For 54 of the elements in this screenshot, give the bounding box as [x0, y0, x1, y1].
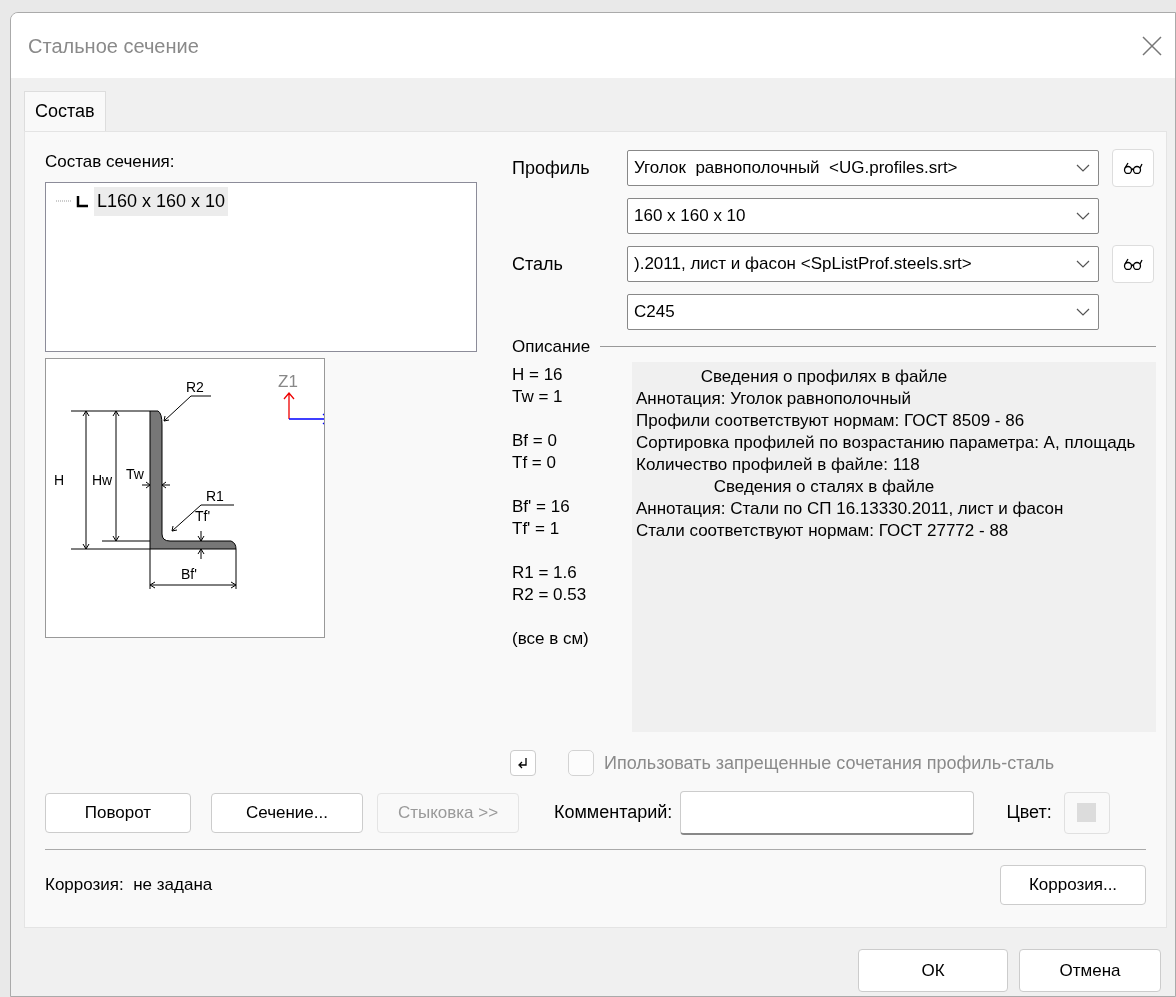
description-text: Стали соответствуют нормам: ГОСТ 27772 - 88 — [636, 519, 1010, 542]
chevron-down-icon — [1076, 308, 1090, 316]
parameter-value: H = 16 — [512, 363, 564, 386]
description-label: Описание — [512, 336, 591, 358]
description-text: Аннотация: Стали по СП 16.13330.2011, лист и фасон — [636, 497, 1065, 520]
parameter-value: Bf' = 16 — [512, 495, 571, 518]
action-button[interactable]: Поворот — [45, 792, 191, 833]
close-icon[interactable] — [1141, 34, 1163, 57]
composition-label: Состав сечения: — [45, 151, 176, 173]
parameter-value: Tf = 0 — [512, 451, 557, 474]
description-text: Профили соответствуют нормам: ГОСТ 8509 - 86 — [636, 409, 1026, 432]
glasses-icon — [1123, 258, 1143, 270]
parameter-value: R2 = 0.53 — [512, 583, 588, 606]
profile-type-dropdown[interactable]: Уголок равнополочный <UG.profiles.srt> — [627, 150, 1099, 186]
parameter-value: (все в см) — [512, 627, 590, 650]
tree-item[interactable]: L160 x 160 x 10 — [94, 186, 229, 216]
description-heading: Сведения о сталях в файле — [712, 475, 936, 498]
corrosion-button[interactable]: Коррозия... — [1000, 864, 1146, 905]
parameter-value: R1 = 1.6 — [512, 561, 578, 584]
description-text: Сортировка профилей по возрастанию параметра: А, площадь — [636, 431, 1137, 454]
chevron-down-icon — [1076, 260, 1090, 268]
action-button[interactable]: Сечение... — [211, 792, 363, 833]
angle-section-drawing: R2 H Hw Tw R1 Tf' Bf' Z1 — [45, 357, 325, 638]
parameter-value: Bf = 0 — [512, 429, 558, 452]
description-text: Количество профилей в файле: 118 — [636, 453, 921, 476]
ok-button[interactable]: ОК — [858, 949, 1008, 992]
parameter-value: Tf' = 1 — [512, 517, 561, 540]
browse-button[interactable] — [1112, 245, 1154, 283]
description-text: Аннотация: Уголок равнополочный — [636, 387, 913, 410]
return-arrow-icon — [517, 757, 529, 769]
chevron-down-icon — [1076, 164, 1090, 172]
description-heading: Сведения о профилях в файле — [699, 365, 949, 388]
angle-profile-icon — [74, 193, 90, 209]
steel-grade-dropdown[interactable]: С245 — [627, 294, 1099, 330]
cancel-button[interactable]: Отмена — [1019, 949, 1161, 992]
composition-tree[interactable]: L160 x 160 x 10 — [45, 181, 477, 352]
return-button[interactable] — [510, 750, 536, 776]
corrosion-status: Коррозия: не задана — [45, 873, 213, 896]
chevron-down-icon — [1076, 212, 1090, 220]
checkbox-label: Ипользовать запрещенные сочетания профиль-сталь — [604, 751, 1055, 775]
color-label: Цвет: — [1006, 801, 1052, 824]
field-label: Профиль — [512, 156, 591, 180]
browse-button[interactable] — [1112, 149, 1154, 187]
glasses-icon — [1123, 162, 1143, 174]
profile-size-dropdown[interactable]: 160 x 160 x 10 — [627, 198, 1099, 234]
tree-connector-icon — [56, 199, 74, 203]
field-label: Сталь — [512, 252, 564, 276]
parameter-value: Tw = 1 — [512, 385, 564, 408]
comment-label: Комментарий: — [554, 801, 673, 824]
color-button[interactable] — [1063, 791, 1110, 834]
tab[interactable]: Состав — [24, 91, 106, 131]
steel-table-dropdown[interactable]: ).2011, лист и фасон <SpListProf.steels.srt> — [627, 246, 1099, 282]
comment-field[interactable] — [680, 790, 975, 835]
window-title: Стальное сечение — [28, 33, 199, 59]
